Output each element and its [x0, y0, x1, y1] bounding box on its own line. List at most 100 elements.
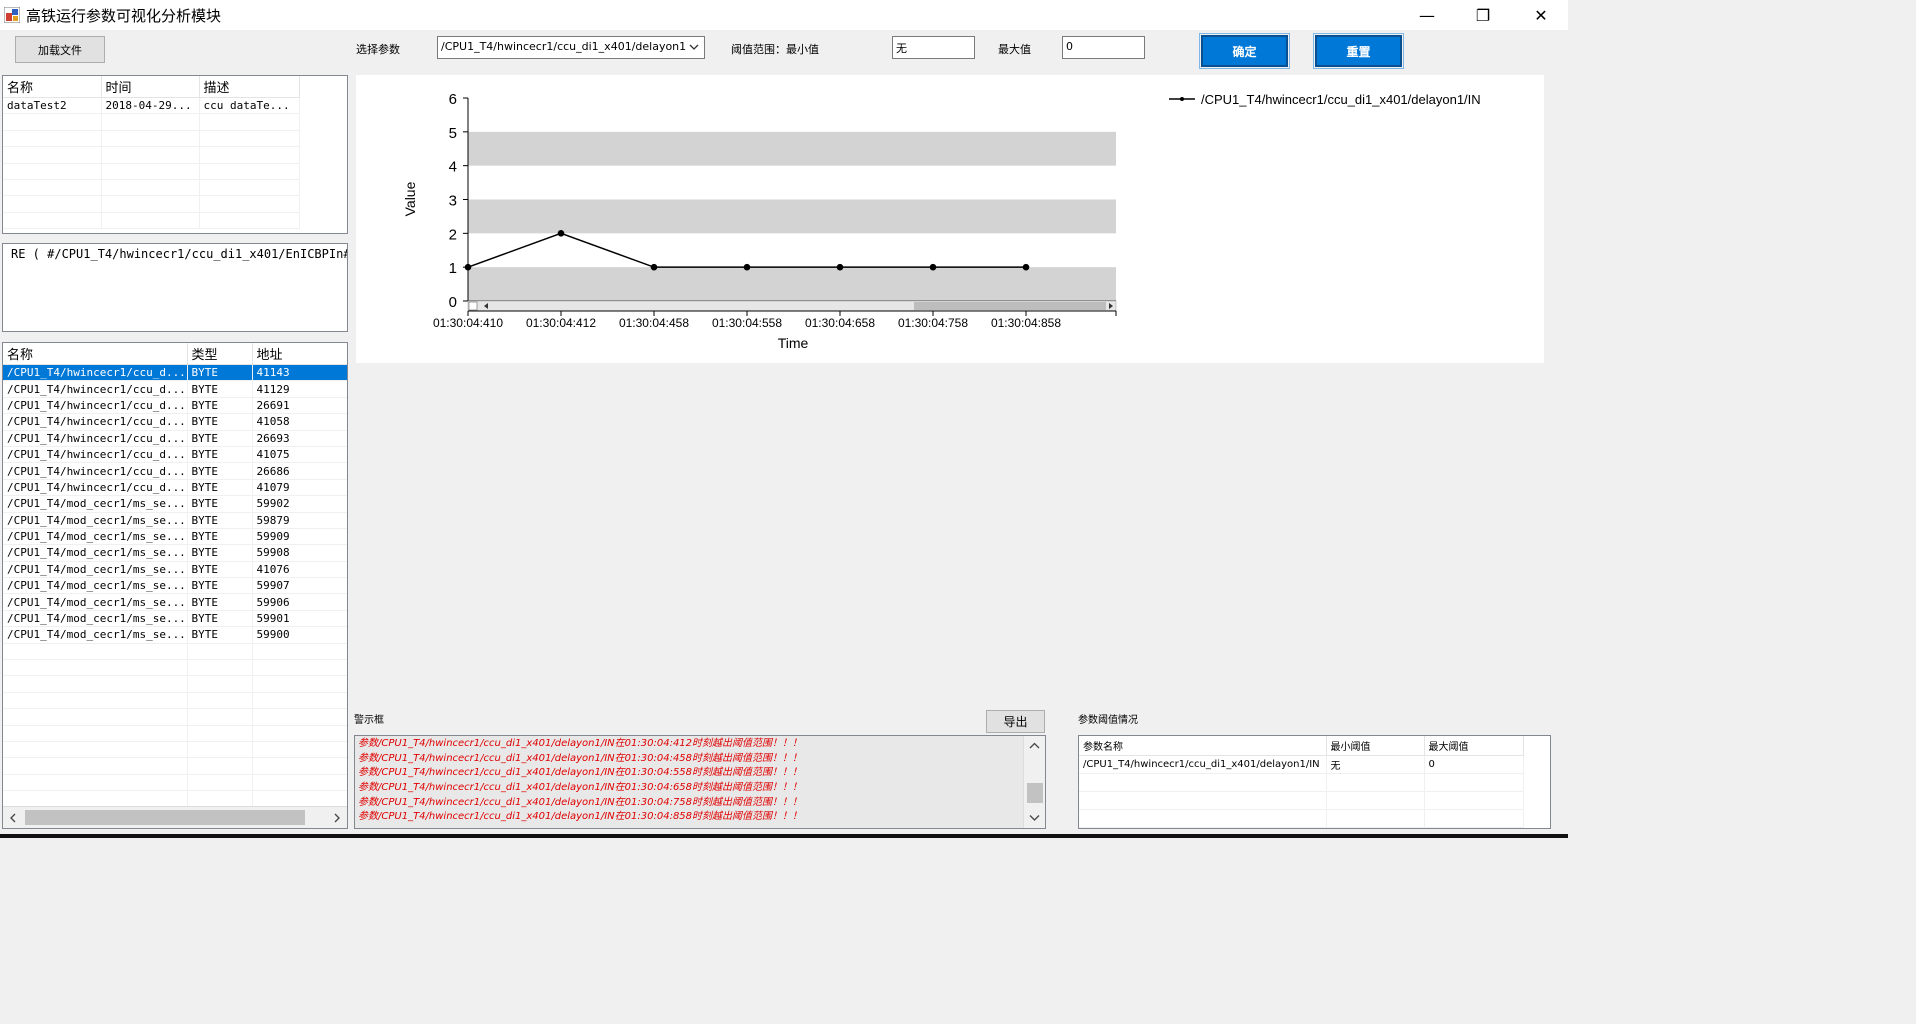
param-row[interactable]: /CPU1_T4/hwincecr1/ccu_d... BYTE 41058 [3, 413, 347, 431]
x-tick-label: 01:30:04:758 [898, 316, 968, 330]
scroll-down-icon[interactable] [1029, 814, 1040, 822]
files-grid[interactable]: 名称 时间 描述 dataTest2 2018-04-29... ccu dat… [2, 75, 348, 234]
taskbar-strip [0, 834, 1568, 838]
param-type-cell: BYTE [187, 495, 253, 513]
column-header[interactable]: 参数名称 [1079, 736, 1327, 756]
scroll-right-icon[interactable] [333, 813, 341, 823]
export-button[interactable]: 导出 [986, 710, 1045, 733]
data-point[interactable] [743, 263, 751, 271]
param-row[interactable]: /CPU1_T4/hwincecr1/ccu_d... BYTE 41079 [3, 479, 347, 497]
scroll-thumb[interactable] [1027, 783, 1043, 803]
param-name-cell: /CPU1_T4/hwincecr1/ccu_d... [3, 462, 188, 480]
data-point[interactable] [650, 263, 658, 271]
select-param-label: 选择参数 [356, 43, 400, 56]
param-row[interactable]: /CPU1_T4/hwincecr1/ccu_d... BYTE 41143 [3, 364, 347, 382]
column-header[interactable]: 名称 [3, 343, 188, 365]
window-title: 高铁运行参数可视化分析模块 [26, 7, 222, 25]
line-chart[interactable]: 0 1 2 3 4 5 6 01:30:04:410 01:30:04:412 01:30:04:… [356, 75, 1544, 363]
data-point[interactable] [836, 263, 844, 271]
column-header[interactable]: 最小阈值 [1326, 736, 1425, 756]
param-name-cell: /CPU1_T4/hwincecr1/ccu_d... [3, 430, 188, 447]
param-type-cell: BYTE [187, 561, 253, 579]
params-grid[interactable]: 名称 类型 地址 /CPU1_T4/hwincecr1/ccu_d... BYTE… [2, 342, 348, 829]
param-row[interactable]: /CPU1_T4/hwincecr1/ccu_d... BYTE 26691 [3, 397, 347, 415]
param-row[interactable]: /CPU1_T4/mod_cecr1/ms_se... BYTE 59907 [3, 577, 347, 595]
param-type-cell: BYTE [187, 430, 253, 447]
param-row[interactable]: /CPU1_T4/mod_cecr1/ms_se... BYTE 59879 [3, 512, 347, 529]
data-point[interactable] [557, 230, 565, 237]
param-address-cell: 26686 [252, 462, 347, 480]
load-file-button[interactable]: 加载文件 [15, 36, 105, 63]
param-address-cell: 26693 [252, 430, 347, 447]
param-row[interactable]: /CPU1_T4/hwincecr1/ccu_d... BYTE 26693 [3, 430, 347, 447]
param-row[interactable]: /CPU1_T4/mod_cecr1/ms_se... BYTE 59906 [3, 593, 347, 611]
empty-row [3, 163, 300, 180]
empty-row [1079, 791, 1524, 810]
chart-scroll-thumb[interactable] [914, 302, 1106, 310]
restore-button[interactable]: ❐ [1460, 0, 1506, 30]
confirm-button[interactable]: 确定 [1199, 33, 1290, 69]
column-header[interactable]: 类型 [187, 343, 253, 365]
scroll-thumb[interactable] [25, 810, 305, 825]
param-row[interactable]: /CPU1_T4/mod_cecr1/ms_se... BYTE 59902 [3, 495, 347, 513]
empty-row [3, 643, 347, 661]
formula-text: RE ( #/CPU1_T4/hwincecr1/ccu_di1_x401/En… [11, 247, 348, 261]
alerts-box[interactable]: 参数/CPU1_T4/hwincecr1/ccu_di1_x401/delayo… [354, 735, 1046, 829]
y-tick-label: 1 [449, 260, 457, 277]
thresholds-label: 参数阈值情况 [1078, 715, 1138, 726]
data-point[interactable] [1022, 263, 1030, 271]
param-row[interactable]: /CPU1_T4/mod_cecr1/ms_se... BYTE 41076 [3, 561, 347, 579]
empty-row [3, 790, 347, 808]
empty-row [3, 179, 300, 197]
param-row[interactable]: /CPU1_T4/hwincecr1/ccu_d... BYTE 26686 [3, 462, 347, 480]
column-header[interactable]: 描述 [199, 76, 300, 98]
column-header[interactable]: 名称 [3, 76, 102, 98]
param-row[interactable]: /CPU1_T4/mod_cecr1/ms_se... BYTE 59908 [3, 544, 347, 562]
param-type-cell: BYTE [187, 380, 253, 398]
threshold-band [468, 131, 1116, 166]
empty-row [3, 757, 347, 775]
scroll-up-icon[interactable] [1029, 742, 1040, 750]
empty-row [3, 774, 347, 792]
max-value-input[interactable]: 0 [1062, 36, 1145, 59]
column-header[interactable]: 最大阈值 [1424, 736, 1524, 756]
param-type-cell: BYTE [187, 593, 253, 611]
data-point[interactable] [464, 263, 472, 271]
param-row[interactable]: /CPU1_T4/hwincecr1/ccu_d... BYTE 41129 [3, 380, 347, 398]
app-icon [4, 7, 20, 23]
param-address-cell: 59900 [252, 626, 347, 644]
param-address-cell: 59901 [252, 610, 347, 628]
thresholds-grid-header: 参数名称 最小阈值 最大阈值 [1079, 736, 1524, 756]
close-button[interactable]: ✕ [1518, 0, 1564, 30]
chart-zoom-reset-icon[interactable] [468, 301, 478, 311]
minimize-button[interactable]: — [1404, 0, 1450, 30]
param-row[interactable]: /CPU1_T4/hwincecr1/ccu_d... BYTE 41075 [3, 446, 347, 464]
threshold-row[interactable]: /CPU1_T4/hwincecr1/ccu_di1_x401/delayon1… [1079, 755, 1524, 774]
reset-button[interactable]: 重置 [1313, 33, 1404, 69]
alerts-vscrollbar[interactable] [1023, 736, 1045, 828]
param-select[interactable]: /CPU1_T4/hwincecr1/ccu_di1_x401/delayon1 [437, 36, 705, 59]
column-header[interactable]: 时间 [101, 76, 200, 98]
chart-panel[interactable]: 0 1 2 3 4 5 6 01:30:04:410 01:30:04:412 01:30:04:… [356, 75, 1544, 363]
param-name-cell: /CPU1_T4/mod_cecr1/ms_se... [3, 610, 188, 628]
param-name-cell: /CPU1_T4/mod_cecr1/ms_se... [3, 626, 188, 644]
data-point[interactable] [929, 263, 937, 271]
param-name-cell: /CPU1_T4/mod_cecr1/ms_se... [3, 561, 188, 579]
thresholds-grid[interactable]: 参数名称 最小阈值 最大阈值 /CPU1_T4/hwincecr1/ccu_di… [1078, 735, 1551, 829]
y-tick-label: 0 [449, 294, 457, 311]
min-value-input[interactable]: 无 [892, 36, 975, 59]
empty-row [3, 130, 300, 148]
restore-icon: ❐ [1475, 5, 1491, 25]
file-row[interactable]: dataTest2 2018-04-29... ccu dataTe... [3, 97, 300, 115]
param-row[interactable]: /CPU1_T4/mod_cecr1/ms_se... BYTE 59909 [3, 528, 347, 546]
param-row[interactable]: /CPU1_T4/mod_cecr1/ms_se... BYTE 59901 [3, 610, 347, 628]
param-name-cell: /CPU1_T4/hwincecr1/ccu_d... [3, 397, 188, 415]
param-type-cell: BYTE [187, 462, 253, 480]
file-desc-cell: ccu dataTe... [199, 97, 300, 115]
column-header[interactable]: 地址 [252, 343, 347, 365]
scroll-left-icon[interactable] [9, 813, 17, 823]
params-hscrollbar[interactable] [3, 806, 347, 828]
param-name-cell: /CPU1_T4/hwincecr1/ccu_d... [3, 479, 188, 497]
param-row[interactable]: /CPU1_T4/mod_cecr1/ms_se... BYTE 59900 [3, 626, 347, 644]
formula-textbox[interactable]: RE ( #/CPU1_T4/hwincecr1/ccu_di1_x401/En… [2, 243, 348, 332]
